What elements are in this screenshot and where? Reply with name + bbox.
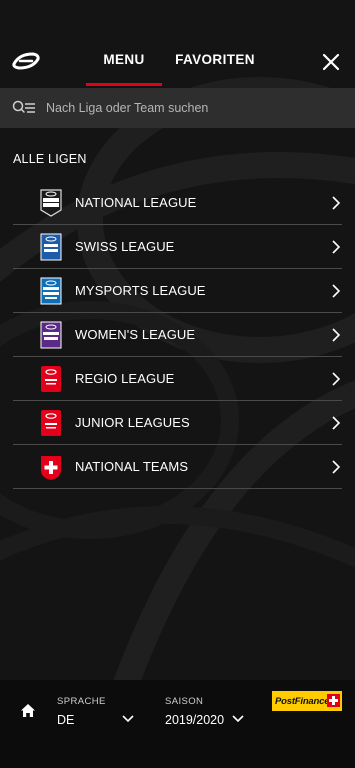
sponsor-name: PostFinance <box>275 695 330 707</box>
sponsor-logo[interactable]: PostFinance <box>272 691 342 711</box>
chevron-down-icon[interactable] <box>232 715 244 723</box>
womens-league-logo-icon <box>40 321 62 348</box>
bottom-bar: SPRACHE DE SAISON 2019/2020 PostFinance <box>0 680 355 768</box>
league-label: MYSPORTS LEAGUE <box>75 283 206 298</box>
tab-menu[interactable]: MENU <box>86 52 162 67</box>
league-list: NATIONAL LEAGUE SWISS LEAGUE MYSPORTS LE… <box>13 181 342 489</box>
season-label: SAISON <box>165 696 204 707</box>
chevron-right-icon <box>332 284 340 298</box>
tab-favoriten[interactable]: FAVORITEN <box>172 52 258 67</box>
active-tab-indicator <box>86 83 162 86</box>
chevron-right-icon <box>332 460 340 474</box>
league-label: JUNIOR LEAGUES <box>75 415 190 430</box>
mysports-league-logo-icon <box>40 277 62 304</box>
list-item-national-teams[interactable]: NATIONAL TEAMS <box>13 445 342 489</box>
search-bar[interactable] <box>0 88 355 128</box>
top-bar: MENU FAVORITEN <box>0 0 355 88</box>
list-item-womens-league[interactable]: WOMEN'S LEAGUE <box>13 313 342 357</box>
league-label: WOMEN'S LEAGUE <box>75 327 196 342</box>
junior-leagues-logo-icon <box>41 409 61 436</box>
regio-league-logo-icon <box>41 365 61 392</box>
plus-icon <box>327 694 340 707</box>
chevron-right-icon <box>332 372 340 386</box>
search-filter-icon <box>12 100 35 113</box>
chevron-right-icon <box>332 196 340 210</box>
league-label: NATIONAL LEAGUE <box>75 195 197 210</box>
close-icon[interactable] <box>322 53 340 71</box>
league-label: NATIONAL TEAMS <box>75 459 189 474</box>
chevron-down-icon[interactable] <box>122 715 134 723</box>
swiss-cross-icon <box>41 455 61 480</box>
league-label: REGIO LEAGUE <box>75 371 175 386</box>
section-title: ALLE LIGEN <box>13 152 87 166</box>
chevron-right-icon <box>332 240 340 254</box>
season-select[interactable]: 2019/2020 <box>165 713 224 727</box>
league-label: SWISS LEAGUE <box>75 239 175 254</box>
list-item-swiss-league[interactable]: SWISS LEAGUE <box>13 225 342 269</box>
list-item-national-league[interactable]: NATIONAL LEAGUE <box>13 181 342 225</box>
list-item-mysports-league[interactable]: MYSPORTS LEAGUE <box>13 269 342 313</box>
language-select[interactable]: DE <box>57 713 74 727</box>
chevron-right-icon <box>332 416 340 430</box>
list-item-regio-league[interactable]: REGIO LEAGUE <box>13 357 342 401</box>
chevron-right-icon <box>332 328 340 342</box>
list-item-junior-leagues[interactable]: JUNIOR LEAGUES <box>13 401 342 445</box>
home-icon[interactable] <box>20 703 36 718</box>
language-label: SPRACHE <box>57 696 106 707</box>
app-logo-icon[interactable] <box>11 50 41 72</box>
search-input[interactable] <box>46 101 326 115</box>
swiss-league-logo-icon <box>40 233 62 260</box>
national-league-logo-icon <box>40 188 62 217</box>
